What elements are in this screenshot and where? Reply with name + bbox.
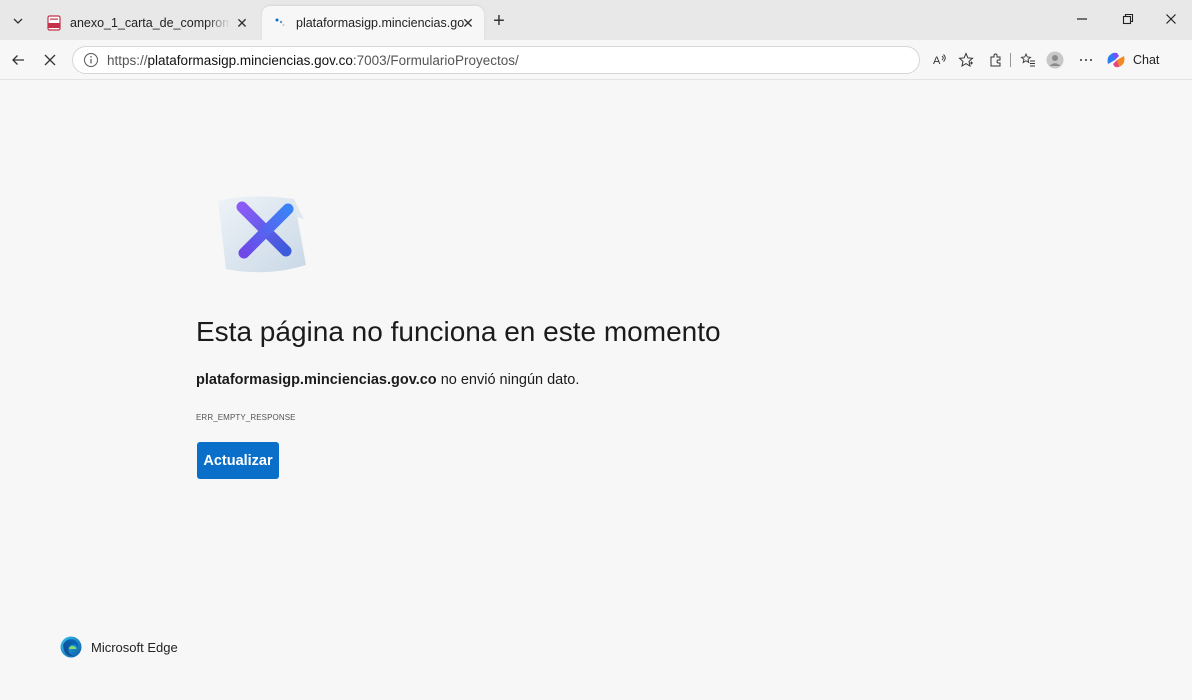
pdf-icon <box>47 15 61 31</box>
back-arrow-icon[interactable] <box>8 50 28 70</box>
error-x-illustration-icon <box>218 196 306 273</box>
close-tab-icon[interactable]: ✕ <box>460 15 476 31</box>
close-tab-icon[interactable]: ✕ <box>234 15 250 31</box>
tab-title: plataformasigp.minciencias.gov.co <box>296 16 464 30</box>
tab-strip: anexo_1_carta_de_compromiso_y_ ✕ platafo… <box>0 0 1192 40</box>
error-message: no envió ningún dato. <box>436 372 580 388</box>
tab-pdf-document[interactable]: anexo_1_carta_de_compromiso_y_ ✕ <box>36 6 258 40</box>
browser-toolbar: https://plataformasigp.minciencias.gov.c… <box>0 40 1192 80</box>
tab-title: anexo_1_carta_de_compromiso_y_ <box>70 16 230 30</box>
copilot-chat-button[interactable]: Chat <box>1104 50 1184 70</box>
favorite-star-icon[interactable] <box>956 50 976 70</box>
site-info-icon[interactable] <box>83 52 99 68</box>
restore-icon[interactable] <box>1118 10 1138 30</box>
close-window-icon[interactable] <box>1161 10 1181 30</box>
url-protocol: https:// <box>107 52 148 68</box>
read-aloud-icon[interactable]: A <box>930 50 950 70</box>
edge-branding: Microsoft Edge <box>60 636 178 658</box>
extensions-icon[interactable] <box>986 50 1006 70</box>
tab-actions-chevron-icon[interactable] <box>8 11 28 31</box>
microsoft-edge-logo-icon <box>60 636 82 658</box>
svg-text:A: A <box>933 55 941 67</box>
minimize-icon[interactable] <box>1072 10 1092 30</box>
favorites-collection-icon[interactable] <box>1018 50 1038 70</box>
copilot-icon <box>1107 52 1125 68</box>
toolbar-divider <box>1010 53 1011 67</box>
address-bar[interactable]: https://plataformasigp.minciencias.gov.c… <box>72 46 920 74</box>
error-host: plataformasigp.minciencias.gov.co <box>196 372 437 388</box>
stop-loading-icon[interactable] <box>40 50 60 70</box>
url-path: :7003/FormularioProyectos/ <box>352 52 519 68</box>
loading-icon <box>275 18 285 26</box>
tab-active-site[interactable]: plataformasigp.minciencias.gov.co ✕ <box>262 6 484 40</box>
brand-name: Microsoft Edge <box>91 639 178 655</box>
error-title: Esta página no funciona en este momento <box>196 316 721 347</box>
reload-button[interactable]: Actualizar <box>197 442 279 479</box>
chat-label: Chat <box>1133 53 1160 67</box>
new-tab-plus-icon[interactable]: + <box>490 11 508 31</box>
error-description: plataformasigp.minciencias.gov.co no env… <box>196 372 579 388</box>
more-options-icon[interactable] <box>1076 50 1096 70</box>
error-page: Esta página no funciona en este momento … <box>8 81 1192 700</box>
url-host: plataformasigp.minciencias.gov.co <box>147 52 353 68</box>
error-code: ERR_EMPTY_RESPONSE <box>196 413 296 422</box>
profile-avatar-icon[interactable] <box>1045 50 1065 70</box>
